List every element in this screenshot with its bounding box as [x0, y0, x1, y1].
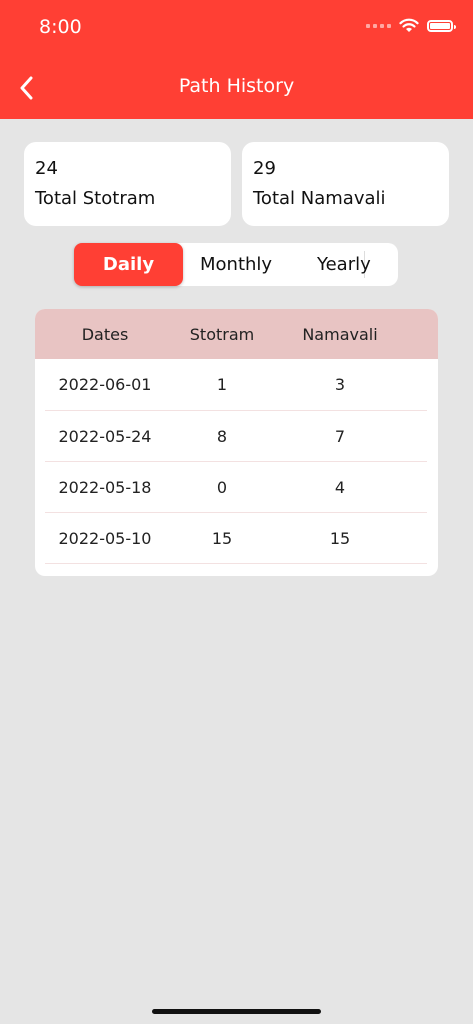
- header-namavali: Namavali: [302, 325, 378, 344]
- tab-yearly[interactable]: Yearly: [317, 243, 398, 286]
- cell-namavali: 15: [329, 529, 351, 548]
- app-header: 8:00 Path History: [0, 0, 473, 119]
- table-row: 2022-06-01 1 3: [45, 359, 427, 411]
- total-namavali-value: 29: [253, 158, 276, 179]
- cell-namavali: 3: [334, 375, 346, 394]
- table-row: 2022-05-24 8 7: [45, 410, 427, 462]
- wifi-icon: [399, 18, 419, 32]
- status-icons: [366, 18, 456, 33]
- tab-daily[interactable]: Daily: [74, 243, 183, 286]
- total-namavali-card: 29 Total Namavali: [242, 142, 449, 226]
- table-row: 2022-05-18 0 4: [45, 461, 427, 513]
- total-stotram-card: 24 Total Stotram: [24, 142, 231, 226]
- battery-icon: [427, 19, 456, 32]
- total-stotram-label: Total Stotram: [35, 188, 156, 209]
- total-stotram-value: 24: [35, 158, 58, 179]
- tab-yearly-label: Yearly: [317, 254, 371, 275]
- status-time: 8:00: [39, 16, 82, 38]
- page-title: Path History: [178, 75, 295, 97]
- home-indicator: [152, 1009, 321, 1014]
- signal-icon: [366, 23, 391, 28]
- total-namavali-label: Total Namavali: [253, 188, 386, 209]
- table-header: Dates Stotram Namavali: [35, 309, 438, 359]
- history-table: Dates Stotram Namavali 2022-06-01 1 3 20…: [35, 309, 438, 576]
- cell-namavali: 4: [334, 478, 346, 497]
- table-row: 2022-05-10 15 15: [45, 512, 427, 564]
- period-segmented-control: Daily Monthly Yearly: [74, 243, 398, 286]
- cell-namavali: 7: [334, 427, 346, 446]
